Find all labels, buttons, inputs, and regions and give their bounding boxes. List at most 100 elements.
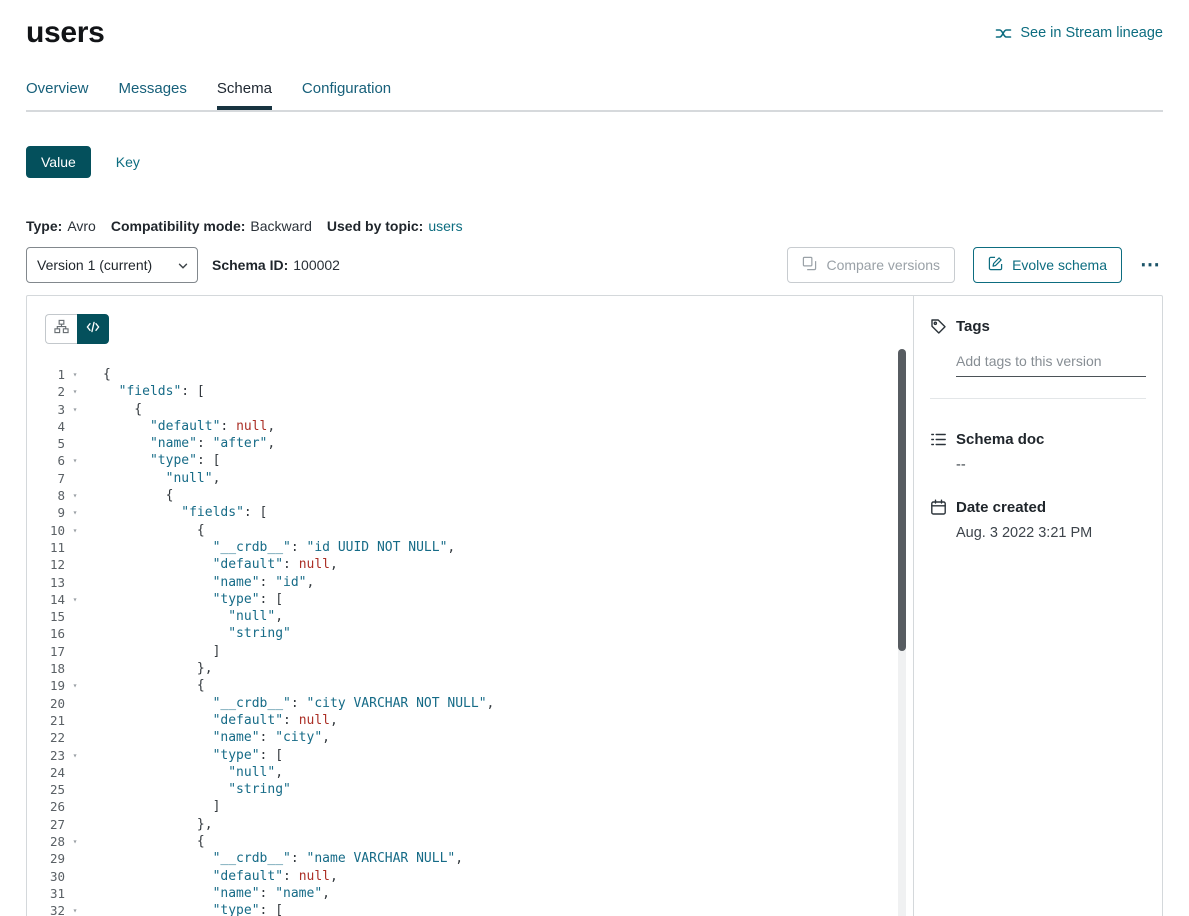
code-text: "name": "city", xyxy=(85,729,330,746)
fold-spacer xyxy=(65,885,85,902)
schema-part-toggle: Value Key xyxy=(26,146,1163,178)
add-tags-input[interactable] xyxy=(956,351,1146,377)
fold-spacer xyxy=(65,660,85,677)
fold-toggle-icon[interactable]: ▾ xyxy=(65,677,85,694)
line-number: 29 xyxy=(27,850,65,867)
code-text: { xyxy=(85,401,142,418)
code-line-4: 4 "default": null, xyxy=(27,418,913,435)
code-line-27: 27 }, xyxy=(27,816,913,833)
editor-scrollbar-thumb[interactable] xyxy=(898,349,906,651)
date-created-section: Date created Aug. 3 2022 3:21 PM xyxy=(930,499,1146,541)
fold-toggle-icon[interactable]: ▾ xyxy=(65,366,85,383)
code-text: "default": null, xyxy=(85,712,338,729)
code-text: "default": null, xyxy=(85,868,338,885)
key-toggle-link[interactable]: Key xyxy=(116,154,140,170)
code-text: "null", xyxy=(85,764,283,781)
code-text: "fields": [ xyxy=(85,504,267,521)
fold-spacer xyxy=(65,764,85,781)
line-number: 5 xyxy=(27,435,65,452)
value-toggle-button[interactable]: Value xyxy=(26,146,91,178)
schema-doc-title: Schema doc xyxy=(956,431,1044,448)
tags-heading: Tags xyxy=(930,318,1146,335)
code-text: { xyxy=(85,677,205,694)
code-text: "type": [ xyxy=(85,452,220,469)
fold-toggle-icon[interactable]: ▾ xyxy=(65,522,85,539)
date-created-value: Aug. 3 2022 3:21 PM xyxy=(956,525,1146,541)
fold-toggle-icon[interactable]: ▾ xyxy=(65,401,85,418)
code-text: "fields": [ xyxy=(85,383,205,400)
fold-spacer xyxy=(65,781,85,798)
editor-scrollbar-track[interactable] xyxy=(898,349,906,916)
line-number: 16 xyxy=(27,625,65,642)
compare-versions-button[interactable]: Compare versions xyxy=(787,247,955,283)
fold-toggle-icon[interactable]: ▾ xyxy=(65,504,85,521)
date-created-title: Date created xyxy=(956,499,1046,516)
fold-toggle-icon[interactable]: ▾ xyxy=(65,833,85,850)
fold-spacer xyxy=(65,850,85,867)
version-select[interactable]: Version 1 (current) xyxy=(26,247,198,283)
code-text: "default": null, xyxy=(85,556,338,573)
line-number: 24 xyxy=(27,764,65,781)
code-text: "__crdb__": "name VARCHAR NULL", xyxy=(85,850,463,867)
code-line-28: 28▾ { xyxy=(27,833,913,850)
code-line-22: 22 "name": "city", xyxy=(27,729,913,746)
code-text: "__crdb__": "id UUID NOT NULL", xyxy=(85,539,455,556)
line-number: 6 xyxy=(27,452,65,469)
edit-schema-icon xyxy=(988,256,1003,274)
fold-toggle-icon[interactable]: ▾ xyxy=(65,902,85,916)
code-text: "type": [ xyxy=(85,591,283,608)
code-line-1: 1▾{ xyxy=(27,366,913,383)
code-line-3: 3▾ { xyxy=(27,401,913,418)
fold-toggle-icon[interactable]: ▾ xyxy=(65,383,85,400)
fold-toggle-icon[interactable]: ▾ xyxy=(65,747,85,764)
fold-toggle-icon[interactable]: ▾ xyxy=(65,487,85,504)
line-number: 22 xyxy=(27,729,65,746)
line-number: 15 xyxy=(27,608,65,625)
line-number: 19 xyxy=(27,677,65,694)
code-lines: 1▾{2▾ "fields": [3▾ {4 "default": null,5… xyxy=(27,366,913,916)
tab-configuration[interactable]: Configuration xyxy=(302,80,391,110)
code-line-5: 5 "name": "after", xyxy=(27,435,913,452)
page-header: users See in Stream lineage xyxy=(26,10,1163,56)
fold-spacer xyxy=(65,608,85,625)
tab-schema[interactable]: Schema xyxy=(217,80,272,110)
tab-bar: Overview Messages Schema Configuration xyxy=(26,80,1163,112)
tab-overview[interactable]: Overview xyxy=(26,80,89,110)
evolve-schema-button[interactable]: Evolve schema xyxy=(973,247,1122,283)
code-text: "default": null, xyxy=(85,418,275,435)
code-line-8: 8▾ { xyxy=(27,487,913,504)
line-number: 32 xyxy=(27,902,65,916)
line-number: 14 xyxy=(27,591,65,608)
fold-toggle-icon[interactable]: ▾ xyxy=(65,452,85,469)
code-line-2: 2▾ "fields": [ xyxy=(27,383,913,400)
tab-messages[interactable]: Messages xyxy=(119,80,187,110)
line-number: 12 xyxy=(27,556,65,573)
tree-view-button[interactable] xyxy=(45,314,77,344)
schema-meta: Type:Avro Compatibility mode:Backward Us… xyxy=(26,218,1163,234)
fold-spacer xyxy=(65,712,85,729)
code-line-26: 26 ] xyxy=(27,798,913,815)
stream-lineage-link[interactable]: See in Stream lineage xyxy=(995,25,1163,42)
fold-spacer xyxy=(65,435,85,452)
line-number: 9 xyxy=(27,504,65,521)
code-view-button[interactable] xyxy=(77,314,109,344)
code-line-24: 24 "null", xyxy=(27,764,913,781)
line-number: 25 xyxy=(27,781,65,798)
more-options-button[interactable]: ⋯ xyxy=(1138,251,1163,279)
line-number: 1 xyxy=(27,366,65,383)
code-line-12: 12 "default": null, xyxy=(27,556,913,573)
line-number: 23 xyxy=(27,747,65,764)
fold-toggle-icon[interactable]: ▾ xyxy=(65,591,85,608)
code-text: "string" xyxy=(85,625,291,642)
line-number: 27 xyxy=(27,816,65,833)
fold-spacer xyxy=(65,574,85,591)
line-number: 4 xyxy=(27,418,65,435)
code-text: "type": [ xyxy=(85,747,283,764)
compatibility-mode-label: Compatibility mode: xyxy=(111,218,246,234)
code-text: { xyxy=(85,366,111,383)
fold-spacer xyxy=(65,539,85,556)
fold-spacer xyxy=(65,695,85,712)
code-line-13: 13 "name": "id", xyxy=(27,574,913,591)
used-by-topic-link[interactable]: users xyxy=(428,218,462,234)
fold-spacer xyxy=(65,625,85,642)
